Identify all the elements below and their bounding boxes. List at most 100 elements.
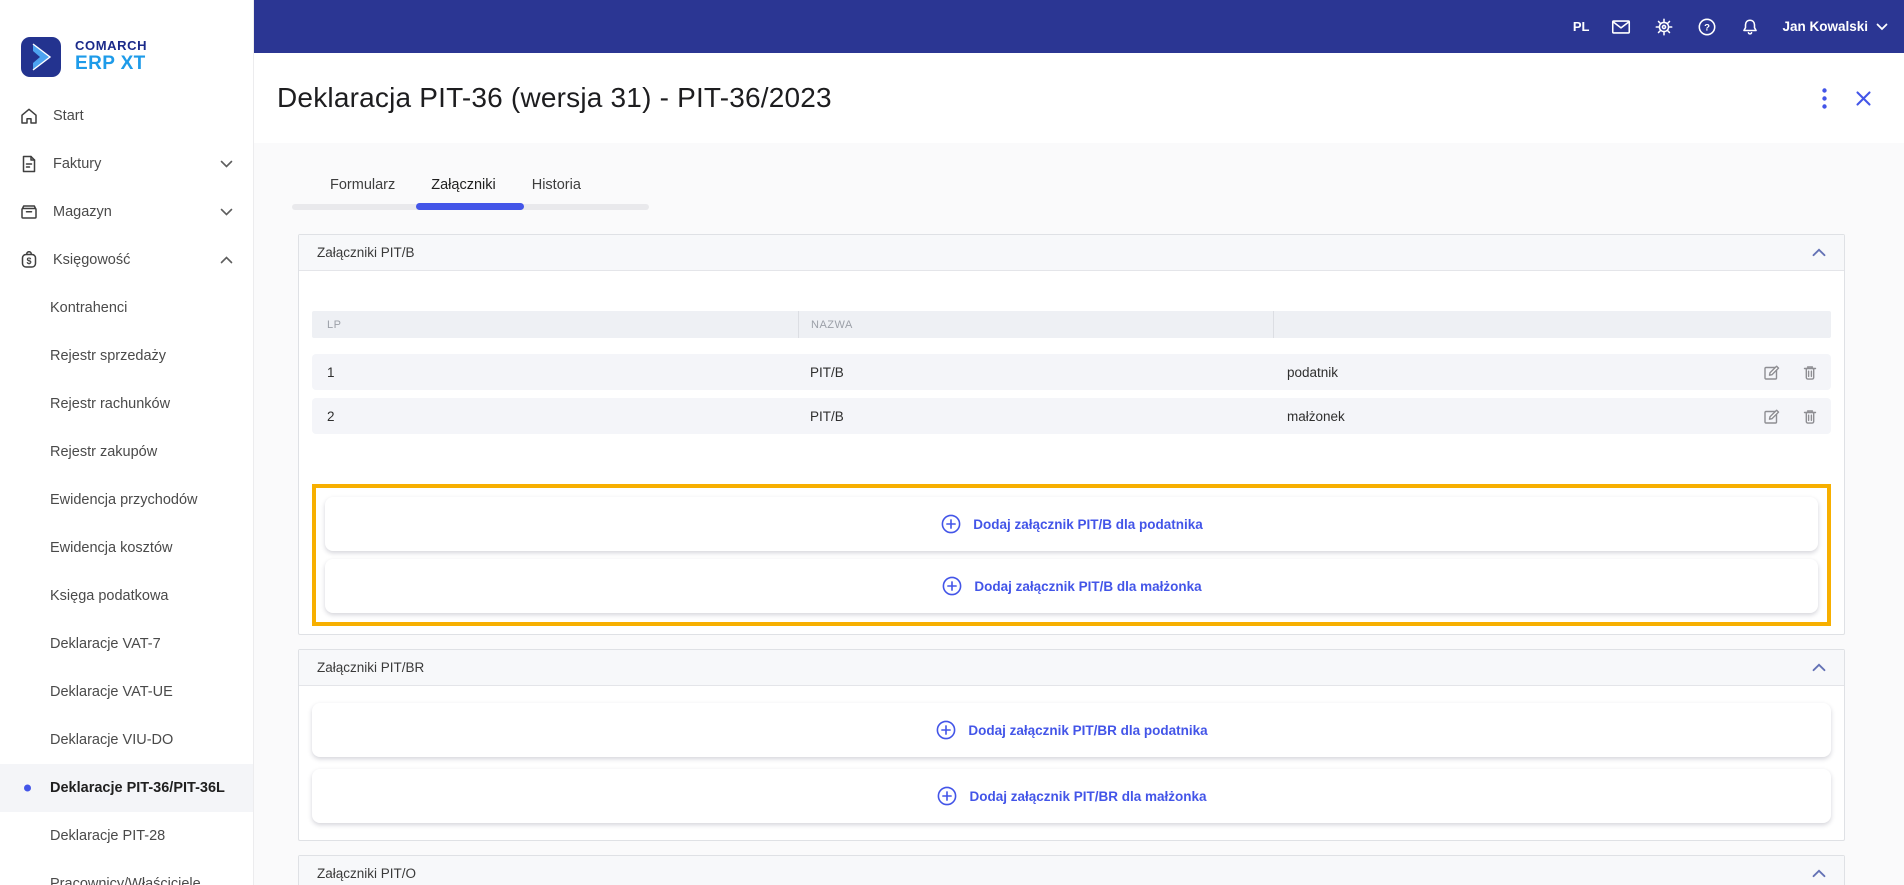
- sidebar-item-kontrahenci[interactable]: Kontrahenci: [0, 284, 253, 332]
- section-pitbr-header[interactable]: Załączniki PIT/BR: [299, 650, 1844, 686]
- tab-formularz[interactable]: Formularz: [312, 173, 413, 197]
- plus-circle-icon: [935, 719, 957, 741]
- chevron-up-icon[interactable]: [1812, 663, 1826, 672]
- chevron-up-icon[interactable]: [1812, 248, 1826, 257]
- active-tab-indicator: [416, 203, 524, 210]
- chevron-down-icon: [1876, 23, 1888, 31]
- add-button-label: Dodaj załącznik PIT/BR dla małżonka: [969, 788, 1207, 804]
- section-title: Załączniki PIT/O: [317, 866, 417, 881]
- edit-icon[interactable]: [1762, 407, 1781, 426]
- add-pitbr-malzonek-button[interactable]: Dodaj załącznik PIT/BR dla małżonka: [312, 769, 1831, 823]
- sidebar-item-magazyn[interactable]: Magazyn: [0, 188, 253, 236]
- chevron-up-icon: [220, 256, 233, 264]
- sidebar-item-label: Ewidencja kosztów: [50, 540, 173, 556]
- page-title: Deklaracja PIT-36 (wersja 31) - PIT-36/2…: [277, 82, 832, 113]
- sidebar-item-label: Deklaracje VAT-UE: [50, 684, 173, 700]
- add-pitbr-podatnik-button[interactable]: Dodaj załącznik PIT/BR dla podatnika: [312, 703, 1831, 757]
- sidebar-item-label: Deklaracje VIU-DO: [50, 732, 174, 748]
- sidebar-item-label: Pracownicy/Właściciele: [50, 876, 201, 885]
- highlight-box: Dodaj załącznik PIT/B dla podatnika Doda…: [312, 484, 1831, 626]
- section-pito-header[interactable]: Załączniki PIT/O: [299, 856, 1844, 885]
- user-name: Jan Kowalski: [1782, 19, 1868, 34]
- tabs: Formularz Załączniki Historia: [292, 173, 649, 210]
- sidebar-item-label: Deklaracje VAT-7: [50, 636, 161, 652]
- add-button-label: Dodaj załącznik PIT/BR dla podatnika: [968, 722, 1208, 738]
- sidebar-item-label: Start: [53, 108, 84, 124]
- table-header: LP NAZWA: [312, 311, 1831, 338]
- add-pitb-malzonek-button[interactable]: Dodaj załącznik PIT/B dla małżonka: [325, 559, 1818, 613]
- section-pitb-header[interactable]: Załączniki PIT/B: [299, 235, 1844, 271]
- section-pitb: Załączniki PIT/B LP NAZWA 1 PIT/B podatn: [298, 234, 1845, 635]
- sidebar-item-deklaracje-viudo[interactable]: Deklaracje VIU-DO: [0, 716, 253, 764]
- sidebar-item-pracownicy-wlasciciele[interactable]: Pracownicy/Właściciele: [0, 860, 253, 885]
- sidebar-item-label: Rejestr sprzedaży: [50, 348, 167, 364]
- svg-text:$: $: [26, 256, 31, 266]
- gear-icon[interactable]: [1653, 16, 1675, 38]
- chevron-down-icon: [220, 160, 233, 168]
- sidebar-item-start[interactable]: Start: [0, 92, 253, 140]
- sidebar-item-rejestr-rachunkow[interactable]: Rejestr rachunków: [0, 380, 253, 428]
- plus-circle-icon: [941, 575, 963, 597]
- sidebar-item-label: Kontrahenci: [50, 300, 128, 316]
- sidebar-item-label: Rejestr zakupów: [50, 444, 158, 460]
- sidebar-item-deklaracje-pit36[interactable]: Deklaracje PIT-36/PIT-36L: [0, 764, 253, 812]
- edit-icon[interactable]: [1762, 363, 1781, 382]
- add-pitb-podatnik-button[interactable]: Dodaj załącznik PIT/B dla podatnika: [325, 497, 1818, 551]
- warehouse-icon: [18, 201, 40, 223]
- invoice-icon: [18, 153, 40, 175]
- delete-icon[interactable]: [1801, 407, 1819, 426]
- delete-icon[interactable]: [1801, 363, 1819, 382]
- home-icon: [18, 105, 40, 127]
- table-row[interactable]: 1 PIT/B podatnik: [312, 354, 1831, 390]
- sidebar-item-ksiega-podatkowa[interactable]: Księga podatkowa: [0, 572, 253, 620]
- bell-icon[interactable]: [1739, 16, 1761, 38]
- table-row[interactable]: 2 PIT/B małżonek: [312, 398, 1831, 434]
- sidebar-item-label: Magazyn: [53, 204, 112, 220]
- sidebar-item-faktury[interactable]: Faktury: [0, 140, 253, 188]
- page-header: Deklaracja PIT-36 (wersja 31) - PIT-36/2…: [254, 53, 1904, 143]
- sidebar-item-label: Rejestr rachunków: [50, 396, 171, 412]
- section-pito: Załączniki PIT/O: [298, 855, 1845, 885]
- sidebar-item-label: Faktury: [53, 156, 102, 172]
- cell-nazwa: PIT/B: [810, 408, 844, 424]
- tab-content: Formularz Załączniki Historia Załączniki…: [254, 143, 1904, 885]
- main-area: PL ? Jan Kowalski Deklaracja PIT-36 (wer…: [254, 0, 1904, 885]
- sidebar-item-deklaracje-pit28[interactable]: Deklaracje PIT-28: [0, 812, 253, 860]
- sidebar-item-ewidencja-przychodow[interactable]: Ewidencja przychodów: [0, 476, 253, 524]
- tab-historia[interactable]: Historia: [514, 173, 599, 197]
- cell-lp: 1: [327, 364, 335, 380]
- language-selector[interactable]: PL: [1573, 19, 1590, 34]
- svg-text:?: ?: [1705, 22, 1711, 33]
- chevron-up-icon[interactable]: [1812, 869, 1826, 878]
- cell-osoba: małżonek: [1287, 408, 1345, 424]
- mail-icon[interactable]: [1610, 16, 1632, 38]
- help-icon[interactable]: ?: [1696, 16, 1718, 38]
- sidebar-item-label: Ewidencja przychodów: [50, 492, 198, 508]
- add-button-label: Dodaj załącznik PIT/B dla podatnika: [973, 516, 1203, 532]
- accounting-icon: $: [18, 249, 40, 271]
- sidebar-item-label: Deklaracje PIT-28: [50, 828, 166, 844]
- topbar: PL ? Jan Kowalski: [254, 0, 1904, 53]
- brand-product: ERP XT: [75, 52, 146, 74]
- cell-nazwa: PIT/B: [810, 364, 844, 380]
- sidebar-item-rejestr-sprzedazy[interactable]: Rejestr sprzedaży: [0, 332, 253, 380]
- column-header-empty: [1273, 311, 1831, 338]
- user-menu[interactable]: Jan Kowalski: [1782, 19, 1888, 34]
- brand-name: COMARCH: [75, 38, 148, 54]
- add-button-label: Dodaj załącznik PIT/B dla małżonka: [974, 578, 1202, 594]
- chevron-down-icon: [220, 208, 233, 216]
- section-title: Załączniki PIT/B: [317, 245, 415, 260]
- sidebar-item-deklaracje-vatue[interactable]: Deklaracje VAT-UE: [0, 668, 253, 716]
- sidebar-item-ewidencja-kosztow[interactable]: Ewidencja kosztów: [0, 524, 253, 572]
- sidebar-item-label: Księgowość: [53, 252, 131, 268]
- sidebar-item-rejestr-zakupow[interactable]: Rejestr zakupów: [0, 428, 253, 476]
- sidebar-item-label: Deklaracje PIT-36/PIT-36L: [50, 780, 225, 796]
- close-icon[interactable]: [1855, 90, 1872, 107]
- tab-zalaczniki[interactable]: Załączniki: [413, 173, 513, 197]
- section-title: Załączniki PIT/BR: [317, 660, 425, 675]
- brand-logo[interactable]: COMARCH ERP XT: [0, 0, 253, 92]
- app-root: COMARCH ERP XT Start Faktury Magazyn $ K…: [0, 0, 1904, 885]
- kebab-menu-icon[interactable]: [1822, 87, 1827, 109]
- sidebar-item-ksiegowosc[interactable]: $ Księgowość: [0, 236, 253, 284]
- sidebar-item-deklaracje-vat7[interactable]: Deklaracje VAT-7: [0, 620, 253, 668]
